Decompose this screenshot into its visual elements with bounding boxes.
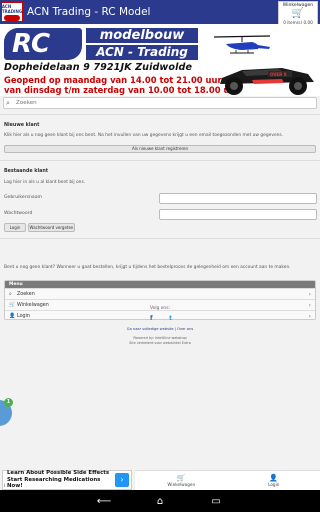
store-address: Dopheidelaan 9 7921JK Zuidwolde <box>4 62 193 73</box>
chevron-right-icon: › <box>308 290 311 298</box>
facebook-icon[interactable]: f <box>150 315 153 322</box>
recents-icon[interactable]: ▭ <box>208 496 224 507</box>
divider <box>0 160 320 161</box>
info-text: Bent u nog geen klant? Wanneer u gaat be… <box>4 265 291 270</box>
back-icon[interactable]: ⟵ <box>96 496 112 507</box>
new-customer-title: Nieuwe klant <box>4 123 40 128</box>
banner-acn-trading: ACN - Trading <box>86 45 198 60</box>
divider <box>0 114 320 115</box>
password-label: Wachtwoord <box>4 211 33 216</box>
twitter-icon[interactable]: t <box>169 315 172 322</box>
search-icon: ⌕ <box>6 98 10 107</box>
login-button[interactable]: Login <box>4 223 26 232</box>
app-title: ACN Trading - RC Model <box>27 6 151 18</box>
rc-logo: RC <box>4 28 82 60</box>
opening-hours-monday: Geopend op maandag van 14.00 tot 21.00 u… <box>4 75 222 85</box>
store-banner: RC modelbouw ACN - Trading Dopheidelaan … <box>0 24 320 96</box>
app-bar: ACN TRADING ACN Trading - RC Model <box>0 0 320 24</box>
tab-login[interactable]: 👤 Login <box>244 474 304 487</box>
app-note: Site verbeterd voor webwinkel Extra <box>129 341 191 345</box>
home-icon[interactable]: ⌂ <box>152 496 168 507</box>
bottom-tab-bar: 🛒 Winkelwagen 👤 Login <box>135 470 320 490</box>
search-icon: ⌕ <box>9 291 12 297</box>
chevron-right-icon: › <box>308 312 311 320</box>
follow-us-label: Volg ons: <box>150 306 170 311</box>
new-customer-text: Klik hier als u nog geen klant bij ons b… <box>4 133 284 138</box>
existing-customer-title: Bestaande klant <box>4 169 49 174</box>
app-logo-icon: ACN TRADING <box>1 2 23 22</box>
ad-banner[interactable]: i Learn About Possible Side Effects Star… <box>2 470 132 490</box>
search-bar[interactable]: ⌕ <box>3 97 317 109</box>
car-text: OVER X <box>270 72 287 77</box>
search-input[interactable] <box>16 98 306 108</box>
ad-line-2: Start Researching Medications Now! <box>7 476 101 490</box>
banner-modelbouw: modelbouw <box>86 28 198 43</box>
opening-hours-weekdays: van dinsdag t/m zaterdag van 10.00 tot 1… <box>4 85 240 95</box>
ad-line-1: Learn About Possible Side Effects <box>7 470 110 477</box>
user-icon: 👤 <box>269 474 279 482</box>
ad-info-icon[interactable]: i <box>4 483 5 489</box>
register-button[interactable]: Als nieuwe klant registreren <box>4 145 316 153</box>
system-nav-bar: ⟵ ⌂ ▭ <box>0 490 320 512</box>
cart-icon: 🛒 <box>291 8 305 19</box>
forgot-password-button[interactable]: Wachtwoord vergeten <box>28 223 75 232</box>
menu-panel: Menu ⌕ Zoeken › 🛒 Winkelwagen › 👤 Login … <box>4 280 316 320</box>
menu-title: Menu <box>5 281 315 288</box>
tab-cart[interactable]: 🛒 Winkelwagen <box>151 474 211 487</box>
existing-customer-text: Log hier in als u al klant bent bij ons. <box>4 180 86 185</box>
divider <box>0 238 320 239</box>
powered-by: Powered by: Intelliline webshop <box>133 336 187 340</box>
notification-badge: 1 <box>4 398 13 407</box>
helicopter-image <box>213 35 271 54</box>
user-icon: 👤 <box>9 313 16 319</box>
password-field[interactable] <box>159 209 317 220</box>
username-field[interactable] <box>159 193 317 204</box>
social-links: f t <box>150 315 172 322</box>
username-label: Gebruikersnaam <box>4 195 42 200</box>
rc-car-image: OVER X <box>220 68 314 95</box>
footer-links[interactable]: Ga naar volledige website | Over ons <box>0 327 320 331</box>
cart-icon: 🛒 <box>176 474 186 482</box>
menu-item-search[interactable]: ⌕ Zoeken › <box>5 288 315 299</box>
ad-arrow-icon[interactable]: › <box>115 473 129 487</box>
